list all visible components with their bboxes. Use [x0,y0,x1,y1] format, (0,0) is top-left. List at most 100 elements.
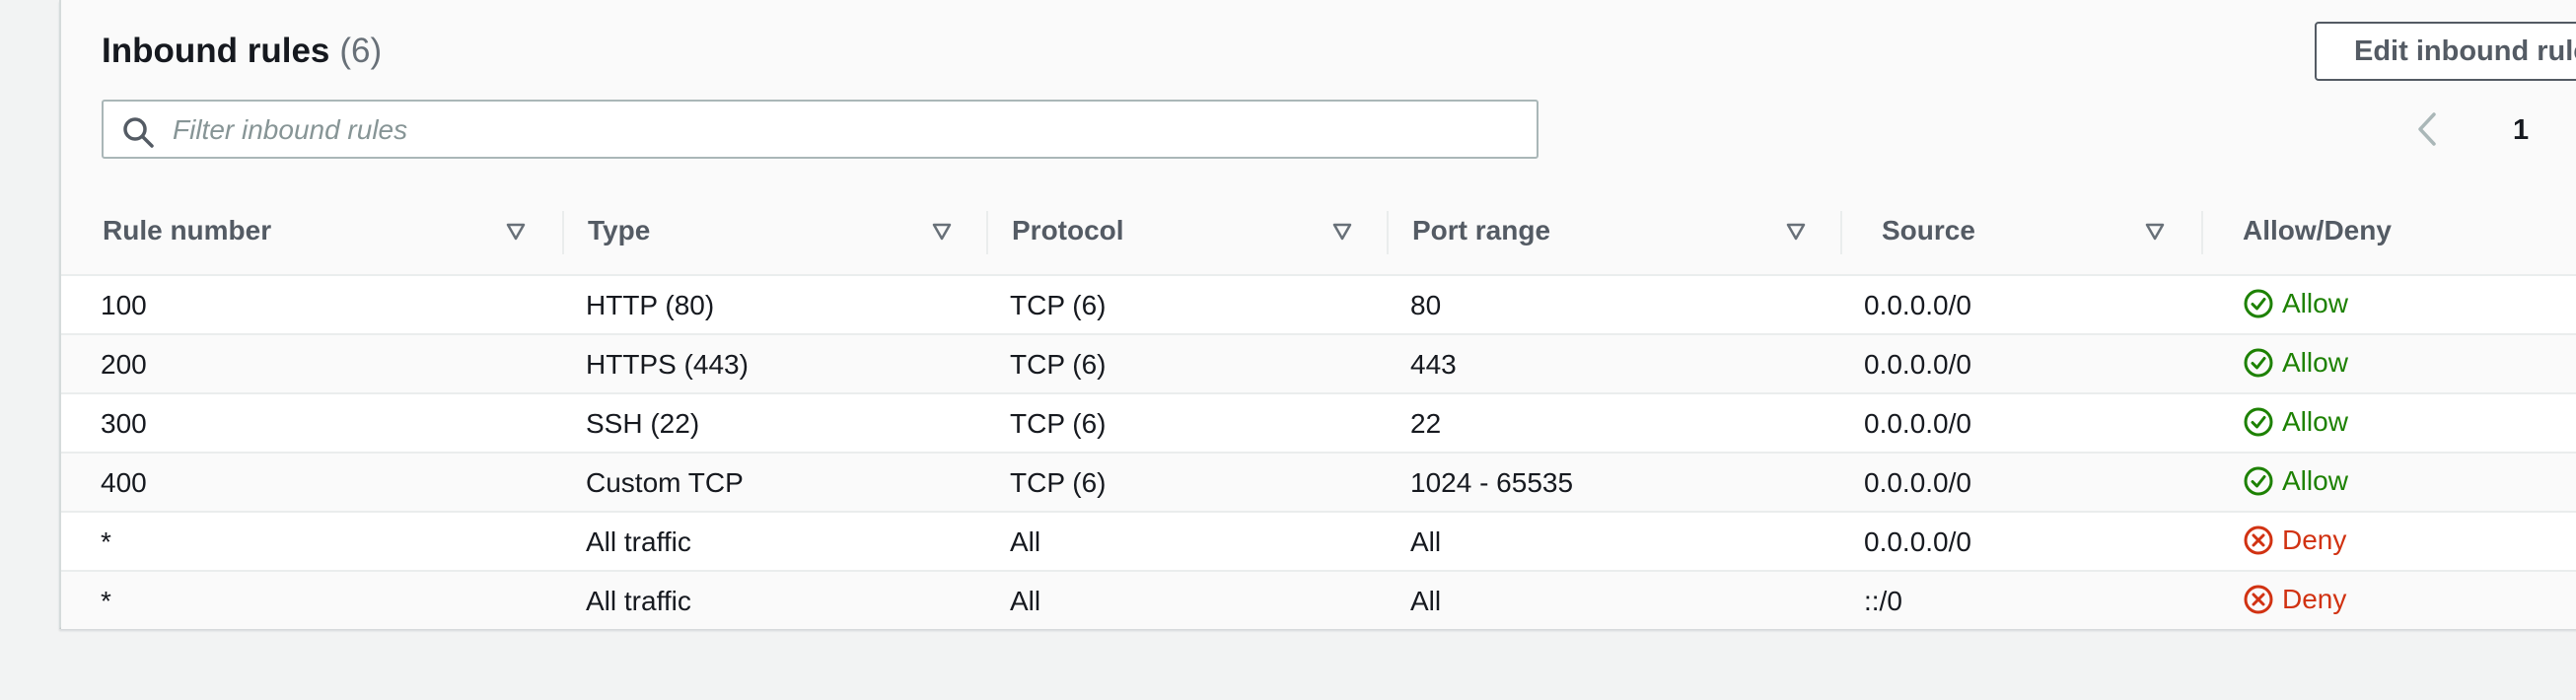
type-cell: HTTPS (443) [564,334,988,394]
source-cell: 0.0.0.0/0 [1842,453,2203,513]
rule-number-value: 100 [101,290,147,320]
rule-number-value: * [101,586,111,616]
port-range-value: 443 [1410,349,1457,380]
rules-count: (6) [339,32,383,70]
table-header-row: Rule number Type Protocol Port range Sou… [61,189,2576,276]
inbound-rules-table: Rule number Type Protocol Port range Sou… [61,189,2576,629]
status-label: Allow [2282,465,2348,496]
status-success-icon [2244,466,2273,496]
type-value: HTTP (80) [586,290,715,320]
status-indicator: Deny [2243,584,2346,615]
port-range-cell: 22 [1389,393,1842,454]
protocol-value: All [1010,586,1041,616]
status-indicator: Allow [2243,406,2348,438]
rule-number-cell: 100 [61,275,564,335]
status-label: Allow [2282,288,2348,318]
table-row[interactable]: 400 Custom TCP TCP (6) 1024 - 65535 0.0.0.0/… [61,453,2576,513]
protocol-cell: All [988,571,1389,629]
chevron-left-icon [2418,112,2436,146]
rule-number-cell: * [61,571,564,629]
status-negative-icon [2244,525,2273,555]
allow-deny-cell: Allow [2203,334,2576,394]
status-label: Allow [2282,347,2348,378]
sort-icon [1786,223,1806,241]
type-cell: All traffic [564,512,988,572]
type-cell: SSH (22) [564,393,988,454]
status-indicator: Deny [2243,525,2346,556]
chevron-right-icon [2571,106,2576,152]
protocol-value: TCP (6) [1010,290,1107,320]
panel-title-text: Inbound rules [102,32,330,70]
column-header-source[interactable]: Source [1842,189,2203,276]
table-row[interactable]: 300 SSH (22) TCP (6) 22 0.0.0.0/0 Allow [61,393,2576,454]
type-value: SSH (22) [586,408,700,439]
source-cell: 0.0.0.0/0 [1842,393,2203,454]
protocol-value: TCP (6) [1010,408,1107,439]
rule-number-value: 300 [101,408,147,439]
protocol-cell: TCP (6) [988,393,1389,454]
protocol-value: All [1010,526,1041,557]
type-cell: HTTP (80) [564,275,988,335]
status-label: Deny [2282,525,2347,555]
status-label: Deny [2282,584,2347,614]
rule-number-cell: 300 [61,393,564,454]
column-header-allow-deny: Allow/Deny [2203,189,2576,276]
source-value: 0.0.0.0/0 [1864,408,1971,439]
sort-icon [932,223,952,241]
port-range-value: 80 [1410,290,1442,320]
port-range-cell: 80 [1389,275,1842,335]
table-row[interactable]: * All traffic All All::/0 Deny [61,571,2576,629]
port-range-cell: All [1389,571,1842,629]
next-page-button[interactable] [2571,106,2576,152]
source-value: 0.0.0.0/0 [1864,290,1971,320]
protocol-value: TCP (6) [1010,467,1107,498]
status-success-icon [2244,348,2273,378]
panel-title: Inbound rules (6) [102,30,382,73]
type-cell: Custom TCP [564,453,988,513]
sort-icon [2145,223,2165,241]
protocol-cell: All [988,512,1389,572]
protocol-cell: TCP (6) [988,334,1389,394]
source-value: ::/0 [1864,586,1902,616]
previous-page-button[interactable] [2408,106,2448,152]
column-header-port-range[interactable]: Port range [1389,189,1842,276]
current-page-number[interactable]: 1 [2513,110,2529,150]
column-label: Rule number [103,215,272,245]
allow-deny-cell: Deny [2203,571,2576,629]
protocol-cell: TCP (6) [988,275,1389,335]
port-range-value: 22 [1410,408,1442,439]
port-range-value: All [1410,586,1442,616]
filter-container [102,100,1538,159]
source-value: 0.0.0.0/0 [1864,467,1971,498]
allow-deny-cell: Allow [2203,453,2576,513]
protocol-value: TCP (6) [1010,349,1107,380]
source-value: 0.0.0.0/0 [1864,349,1971,380]
status-label: Allow [2282,406,2348,437]
filter-inbound-rules-input[interactable] [171,107,1516,153]
source-cell: 0.0.0.0/0 [1842,275,2203,335]
port-range-cell: 1024 - 65535 [1389,453,1842,513]
type-value: HTTPS (443) [586,349,749,380]
column-header-rule-number[interactable]: Rule number [61,189,564,276]
allow-deny-cell: Allow [2203,393,2576,454]
allow-deny-cell: Deny [2203,512,2576,572]
rule-number-value: 200 [101,349,147,380]
table-row[interactable]: 200 HTTPS (443) TCP (6) 443 0.0.0.0/0 Allow [61,334,2576,394]
column-header-protocol[interactable]: Protocol [988,189,1389,276]
edit-inbound-rules-button[interactable]: Edit inbound rules [2315,22,2576,81]
table-row[interactable]: 100 HTTP (80) TCP (6) 80 0.0.0.0/0 Allow [61,275,2576,335]
table-row[interactable]: * All traffic All All 0.0.0.0/0 Deny [61,512,2576,572]
allow-deny-cell: Allow [2203,275,2576,335]
column-label: Source [1882,215,1975,245]
source-value: 0.0.0.0/0 [1864,526,1971,557]
type-value: All traffic [586,526,691,557]
status-success-icon [2244,289,2273,318]
column-header-type[interactable]: Type [564,189,988,276]
type-value: Custom TCP [586,467,744,498]
source-cell: ::/0 [1842,571,2203,629]
type-value: All traffic [586,586,691,616]
port-range-value: 1024 - 65535 [1410,467,1574,498]
status-indicator: Allow [2243,465,2348,497]
status-indicator: Allow [2243,288,2348,319]
sort-icon [1332,223,1352,241]
